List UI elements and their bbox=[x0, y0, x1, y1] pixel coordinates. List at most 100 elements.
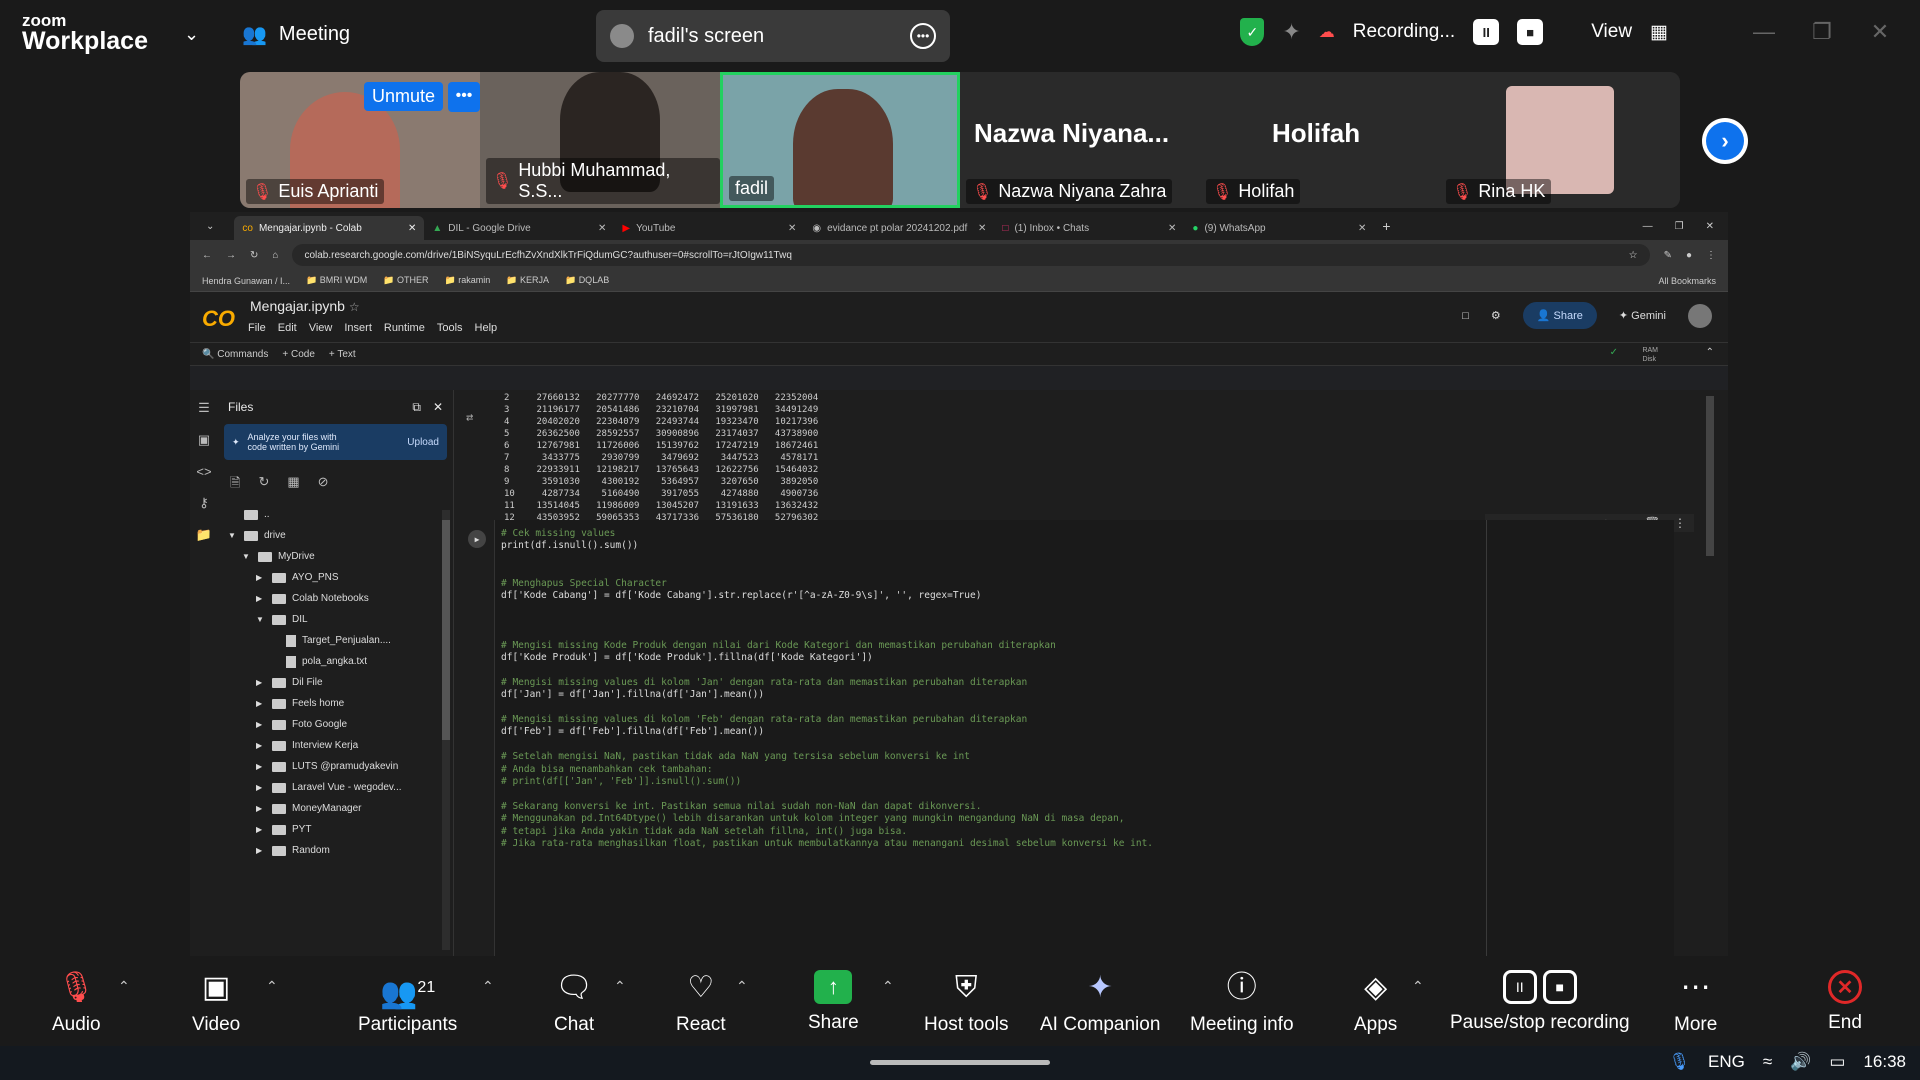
language-indicator[interactable]: ENG bbox=[1708, 1052, 1745, 1072]
ai-companion-button[interactable]: ✦ AI Companion bbox=[1040, 970, 1160, 1036]
tree-item[interactable]: ▼ drive bbox=[218, 525, 453, 546]
home-icon[interactable]: ⌂ bbox=[272, 250, 278, 261]
tree-item[interactable]: .. bbox=[218, 504, 453, 525]
close-panel-icon[interactable]: ✕ bbox=[433, 400, 443, 415]
more-options-icon[interactable]: ••• bbox=[910, 23, 936, 49]
notebook-title[interactable]: Mengajar.ipynb ☆ bbox=[250, 298, 360, 314]
home-indicator[interactable] bbox=[870, 1060, 1050, 1065]
key-icon[interactable]: ⚷ bbox=[199, 495, 209, 511]
tree-item[interactable]: ▶ PYT bbox=[218, 819, 453, 840]
new-tab-icon[interactable]: + bbox=[1382, 218, 1390, 234]
video-button[interactable]: ▣ Video bbox=[192, 970, 240, 1036]
add-text-button[interactable]: + Text bbox=[329, 349, 356, 360]
tree-item[interactable]: ▶ Feels home bbox=[218, 693, 453, 714]
participant-tile-active[interactable]: fadil bbox=[720, 72, 960, 208]
ram-disk-indicator[interactable]: RAM Disk bbox=[1642, 346, 1658, 364]
tree-arrow-icon[interactable]: ▼ bbox=[228, 531, 238, 540]
tab-pdf[interactable]: ◉ evidance pt polar 20241202.pdf ✕ bbox=[804, 216, 994, 240]
tree-item[interactable]: pola_angka.txt bbox=[218, 651, 453, 672]
tile-more-button[interactable]: ••• bbox=[448, 82, 480, 112]
scrollbar[interactable] bbox=[1706, 396, 1714, 556]
tab-instagram[interactable]: □ (1) Inbox • Chats ✕ bbox=[994, 216, 1184, 240]
encryption-shield-icon[interactable]: ✓ bbox=[1240, 18, 1265, 46]
tree-arrow-icon[interactable]: ▶ bbox=[256, 573, 266, 582]
chevron-up-icon[interactable]: ⌃ bbox=[1412, 978, 1424, 995]
hide-icon[interactable]: ⊘ bbox=[318, 474, 329, 496]
menu-help[interactable]: Help bbox=[475, 322, 498, 334]
tree-item[interactable]: ▶ Foto Google bbox=[218, 714, 453, 735]
tree-item[interactable]: ▶ AYO_PNS bbox=[218, 567, 453, 588]
close-tab-icon[interactable]: ✕ bbox=[788, 223, 796, 234]
chevron-up-icon[interactable]: ⌃ bbox=[482, 978, 494, 995]
tree-item[interactable]: ▼ DIL bbox=[218, 609, 453, 630]
restore-icon[interactable]: ❐ bbox=[1802, 19, 1842, 45]
chevron-up-icon[interactable]: ⌃ bbox=[882, 978, 894, 995]
menu-view[interactable]: View bbox=[309, 322, 333, 334]
restore-icon[interactable]: ❐ bbox=[1675, 221, 1684, 232]
settings-icon[interactable]: ⚙ bbox=[1491, 309, 1501, 322]
menu-edit[interactable]: Edit bbox=[278, 322, 297, 334]
tree-arrow-icon[interactable]: ▼ bbox=[242, 552, 252, 561]
apps-button[interactable]: ◈ Apps bbox=[1354, 970, 1397, 1036]
screen-share-pill[interactable]: fadil's screen ••• bbox=[596, 10, 950, 62]
share-screen-button[interactable]: ↑ Share bbox=[808, 970, 859, 1034]
tab-colab[interactable]: co Mengajar.ipynb - Colab ✕ bbox=[234, 216, 425, 240]
output-toggle-icon[interactable]: ⇄ bbox=[466, 410, 473, 424]
menu-runtime[interactable]: Runtime bbox=[384, 322, 425, 334]
participant-tile[interactable]: Nazwa Niyana... 🎙 Nazwa Niyana Zahra bbox=[960, 72, 1200, 208]
tree-item[interactable]: ▶ Laravel Vue - wegodev... bbox=[218, 777, 453, 798]
kebab-menu-icon[interactable]: ⋮ bbox=[1706, 250, 1716, 261]
menu-tools[interactable]: Tools bbox=[437, 322, 463, 334]
pause-recording-icon[interactable]: II bbox=[1473, 19, 1500, 45]
run-cell-button[interactable]: ▶ bbox=[468, 530, 486, 548]
tree-arrow-icon[interactable]: ▶ bbox=[256, 678, 266, 687]
battery-icon[interactable]: ▭ bbox=[1829, 1052, 1845, 1072]
view-label[interactable]: View bbox=[1591, 21, 1632, 43]
wifi-icon[interactable]: ≈ bbox=[1763, 1052, 1772, 1072]
bookmark-item[interactable]: 📁 OTHER bbox=[383, 275, 428, 286]
tree-item[interactable]: ▶ Interview Kerja bbox=[218, 735, 453, 756]
back-icon[interactable]: ← bbox=[202, 250, 212, 261]
tree-arrow-icon[interactable]: ▶ bbox=[256, 783, 266, 792]
tab-whatsapp[interactable]: ● (9) WhatsApp ✕ bbox=[1184, 216, 1374, 240]
react-button[interactable]: ♡ React bbox=[676, 970, 726, 1036]
bookmark-star-icon[interactable]: ☆ bbox=[1629, 250, 1638, 261]
minimize-icon[interactable]: — bbox=[1744, 19, 1784, 45]
comment-icon[interactable]: □ bbox=[1462, 310, 1469, 322]
extensions-icon[interactable]: ✎ bbox=[1664, 250, 1672, 261]
avatar[interactable] bbox=[1688, 303, 1712, 328]
stop-recording-icon[interactable]: ■ bbox=[1517, 19, 1544, 45]
end-button[interactable]: ✕ End bbox=[1828, 970, 1862, 1034]
tab-youtube[interactable]: ▶ YouTube ✕ bbox=[614, 216, 804, 240]
chevron-up-icon[interactable]: ⌃ bbox=[118, 978, 130, 995]
code-cell[interactable]: # Cek missing values print(df.isnull().su… bbox=[494, 520, 1674, 956]
profile-icon[interactable]: ● bbox=[1686, 250, 1692, 261]
refresh-icon[interactable]: ↻ bbox=[258, 474, 269, 496]
bookmark-item[interactable]: 📁 DQLAB bbox=[565, 275, 609, 286]
participants-button[interactable]: 👥21 Participants bbox=[358, 970, 457, 1036]
code-snippets-icon[interactable]: <> bbox=[196, 464, 211, 479]
bookmark-item[interactable]: 📁 KERJA bbox=[506, 275, 549, 286]
url-field[interactable]: colab.research.google.com/drive/1BiNSyqu… bbox=[292, 244, 1650, 266]
participant-tile[interactable]: Unmute ••• 🎙 Euis Aprianti bbox=[240, 72, 480, 208]
chevron-up-icon[interactable]: ⌃ bbox=[266, 978, 278, 995]
tree-arrow-icon[interactable]: ▶ bbox=[256, 720, 266, 729]
new-window-icon[interactable]: ⧉ bbox=[412, 400, 421, 415]
share-button[interactable]: 👤 Share bbox=[1522, 302, 1597, 329]
chevron-down-icon[interactable]: ⌄ bbox=[184, 24, 199, 45]
all-bookmarks[interactable]: All Bookmarks bbox=[1658, 276, 1716, 286]
tree-arrow-icon[interactable]: ▼ bbox=[256, 615, 266, 624]
chat-button[interactable]: 🗨 Chat bbox=[554, 970, 594, 1036]
close-tab-icon[interactable]: ✕ bbox=[598, 223, 606, 234]
tree-arrow-icon[interactable]: ▶ bbox=[256, 699, 266, 708]
tree-item[interactable]: ▶ Dil File bbox=[218, 672, 453, 693]
unmount-drive-icon[interactable]: ▦ bbox=[287, 474, 299, 496]
close-tab-icon[interactable]: ✕ bbox=[978, 223, 986, 234]
tree-item[interactable]: ▶ Colab Notebooks bbox=[218, 588, 453, 609]
participant-tile[interactable]: 🎙 Rina HK bbox=[1440, 72, 1680, 208]
close-icon[interactable]: ✕ bbox=[1706, 221, 1714, 232]
chevron-up-icon[interactable]: ⌃ bbox=[614, 978, 626, 995]
meeting-info-button[interactable]: ⓘ Meeting info bbox=[1190, 970, 1294, 1036]
collapse-icon[interactable]: ⌃ bbox=[1706, 347, 1714, 358]
bookmark-item[interactable]: 📁 rakamin bbox=[445, 275, 491, 286]
